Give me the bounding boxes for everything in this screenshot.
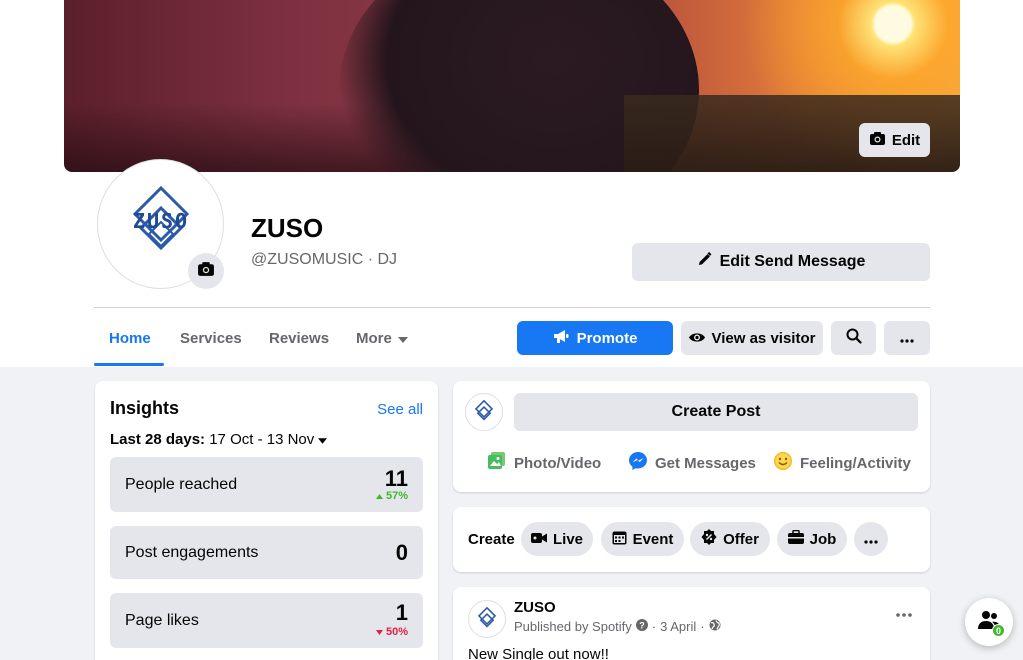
smiley-icon bbox=[773, 451, 793, 475]
create-job-button[interactable]: Job bbox=[777, 522, 847, 556]
range-value: 17 Oct - 13 Nov bbox=[209, 431, 315, 448]
tab-services[interactable]: Services bbox=[180, 330, 242, 347]
active-tab-indicator bbox=[94, 363, 164, 366]
post-author[interactable]: ZUSO bbox=[514, 599, 556, 616]
post-card: ZUSO Published by Spotify ? · 3 April · … bbox=[453, 587, 930, 660]
arrow-up-icon bbox=[375, 490, 383, 502]
header-divider bbox=[94, 307, 930, 308]
tab-reviews[interactable]: Reviews bbox=[269, 330, 329, 347]
zuso-logo: ZUSO bbox=[132, 186, 189, 251]
messenger-icon bbox=[628, 451, 648, 475]
stat-post-engagements[interactable]: Post engagements 0 bbox=[110, 526, 423, 579]
get-messages-action[interactable]: Get Messages bbox=[628, 451, 756, 475]
svg-text:ZUSO: ZUSO bbox=[132, 209, 188, 233]
svg-text:?: ? bbox=[639, 621, 645, 631]
edit-cover-label: Edit bbox=[891, 131, 921, 149]
insights-title: Insights bbox=[110, 398, 180, 418]
search-icon bbox=[846, 328, 862, 348]
page-handle: @ZUSOMUSIC · DJ bbox=[251, 251, 398, 268]
create-bar-card: Create Live Event Offer Job bbox=[453, 507, 930, 572]
caret-down-icon bbox=[318, 431, 328, 448]
date-range-selector[interactable]: Last 28 days: 17 Oct - 13 Nov bbox=[110, 431, 328, 448]
see-all-link[interactable]: See all bbox=[377, 401, 423, 418]
stat-label: Page likes bbox=[125, 612, 199, 629]
megaphone-icon bbox=[553, 329, 570, 348]
eye-icon bbox=[688, 330, 705, 347]
create-more-button[interactable] bbox=[854, 522, 888, 556]
calendar-icon bbox=[612, 530, 627, 549]
meta-separator: · bbox=[700, 619, 705, 634]
range-label: Last 28 days: bbox=[110, 431, 206, 448]
ellipsis-icon bbox=[896, 601, 912, 621]
stat-delta: 50% bbox=[375, 626, 408, 638]
page-avatar-small bbox=[465, 393, 503, 431]
camera-icon bbox=[869, 131, 886, 150]
stat-people-reached[interactable]: People reached 11 57% bbox=[110, 457, 423, 512]
stat-page-likes[interactable]: Page likes 1 50% bbox=[110, 593, 423, 648]
feeling-activity-action[interactable]: Feeling/Activity bbox=[773, 451, 911, 475]
tab-more[interactable]: More bbox=[356, 330, 408, 347]
post-date[interactable]: 3 April bbox=[660, 619, 696, 634]
cover-photo[interactable] bbox=[64, 0, 960, 172]
camera-icon bbox=[197, 261, 215, 282]
post-author-avatar[interactable] bbox=[468, 600, 506, 638]
tab-home[interactable]: Home bbox=[109, 330, 151, 347]
create-event-button[interactable]: Event bbox=[601, 522, 684, 556]
published-by: Published by Spotify bbox=[514, 619, 632, 634]
ellipsis-icon bbox=[864, 531, 878, 548]
stat-value: 1 bbox=[395, 600, 408, 625]
briefcase-icon bbox=[787, 529, 804, 548]
globe-icon bbox=[709, 619, 721, 634]
insights-card: Insights See all Last 28 days: 17 Oct - … bbox=[95, 381, 438, 660]
ellipsis-icon bbox=[900, 330, 914, 347]
tab-more-label: More bbox=[356, 330, 392, 347]
edit-send-message-label: Edit Send Message bbox=[719, 253, 866, 270]
post-text: New Single out now!! bbox=[468, 646, 609, 660]
percent-tag-icon bbox=[701, 529, 717, 549]
page-title: ZUSO bbox=[251, 213, 324, 243]
caret-down-icon bbox=[397, 330, 408, 347]
meta-separator: · bbox=[651, 619, 657, 634]
view-as-visitor-button[interactable]: View as visitor bbox=[681, 321, 823, 355]
pencil-icon bbox=[697, 251, 712, 272]
promote-label: Promote bbox=[576, 329, 638, 347]
post-meta: Published by Spotify ? · 3 April · bbox=[514, 619, 721, 634]
post-options-button[interactable] bbox=[896, 601, 912, 622]
stat-label: Post engagements bbox=[125, 544, 259, 561]
edit-cover-button[interactable]: Edit bbox=[859, 123, 930, 157]
edit-send-message-button[interactable]: Edit Send Message bbox=[632, 243, 930, 281]
create-live-button[interactable]: Live bbox=[521, 522, 593, 556]
stat-delta: 57% bbox=[375, 490, 408, 502]
stat-label: People reached bbox=[125, 476, 238, 493]
help-icon[interactable]: ? bbox=[635, 619, 648, 634]
photo-video-action[interactable]: Photo/Video bbox=[487, 451, 601, 475]
photo-video-icon bbox=[487, 451, 507, 475]
search-button[interactable] bbox=[831, 321, 876, 355]
create-label: Create bbox=[468, 531, 515, 548]
avatar-camera-button[interactable] bbox=[188, 253, 224, 289]
stat-value: 11 bbox=[384, 466, 408, 491]
stat-value: 0 bbox=[395, 540, 408, 565]
zuso-logo bbox=[477, 607, 497, 628]
promote-button[interactable]: Promote bbox=[517, 321, 673, 355]
manage-people-button[interactable]: 0 bbox=[965, 598, 1013, 646]
composer-card: Create Post Photo/Video Get Messages Fee… bbox=[453, 381, 930, 492]
more-options-button[interactable] bbox=[884, 321, 930, 355]
live-video-icon bbox=[531, 531, 547, 548]
view-as-visitor-label: View as visitor bbox=[711, 329, 816, 347]
notification-badge: 0 bbox=[992, 624, 1005, 637]
arrow-down-icon bbox=[375, 626, 383, 638]
create-post-button[interactable]: Create Post bbox=[514, 393, 918, 431]
create-offer-button[interactable]: Offer bbox=[690, 522, 770, 556]
zuso-logo bbox=[474, 400, 494, 421]
